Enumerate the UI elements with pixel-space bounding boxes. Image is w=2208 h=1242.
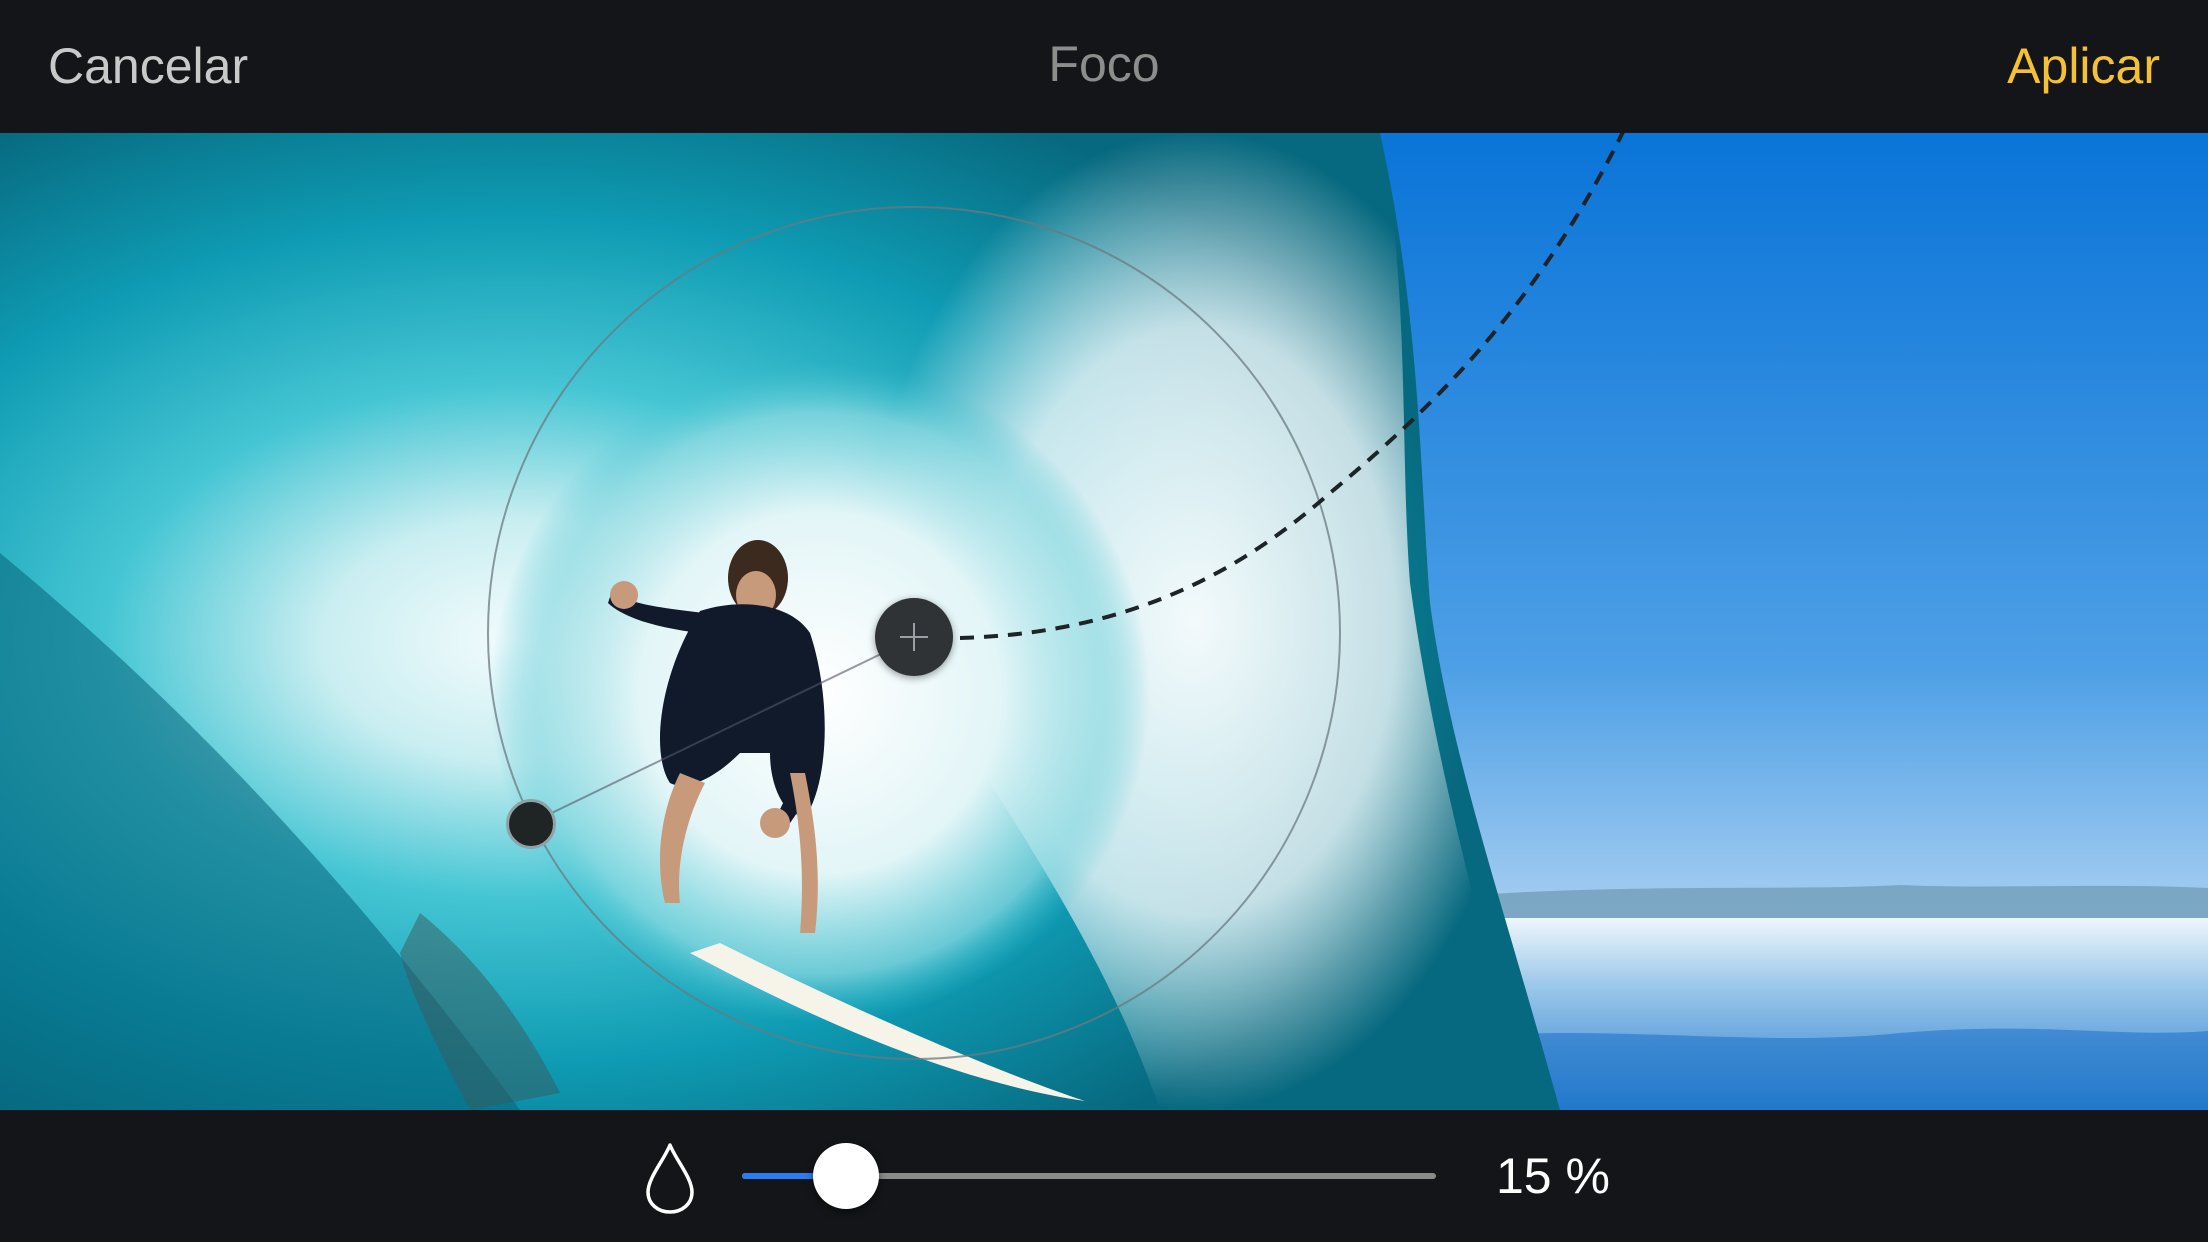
blur-slider[interactable] [742, 1143, 1436, 1209]
focus-editor: Cancelar Foco Aplicar 15 % [0, 0, 2208, 1242]
photo-canvas[interactable] [0, 133, 2208, 1110]
focus-center-handle[interactable] [875, 598, 953, 676]
blur-value-label: 15 % [1496, 1148, 1610, 1204]
top-bar: Cancelar Foco Aplicar [0, 0, 2208, 133]
drop-icon [646, 1143, 694, 1214]
bottom-bar: 15 % [0, 1110, 2208, 1242]
apply-button[interactable]: Aplicar [2007, 38, 2160, 94]
slider-thumb[interactable] [813, 1143, 879, 1209]
crosshair-icon [900, 623, 928, 651]
page-title: Foco [1048, 36, 1160, 92]
photo-image [0, 133, 2208, 1110]
focus-radius-handle[interactable] [506, 799, 556, 849]
